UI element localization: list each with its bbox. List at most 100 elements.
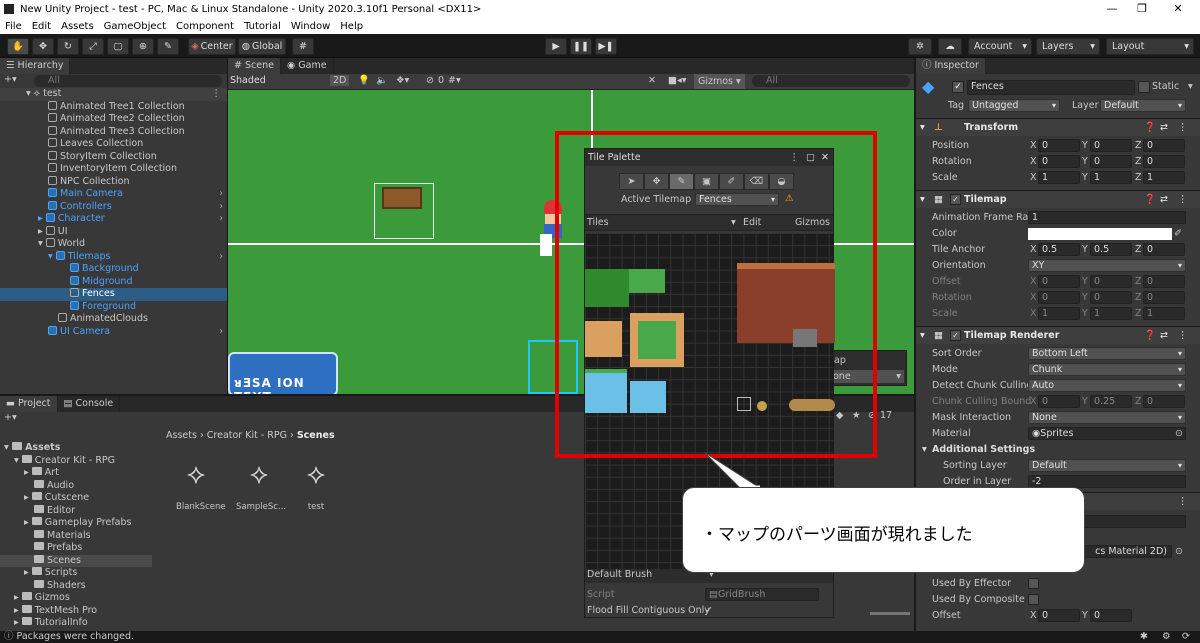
anchor-x-field[interactable]: 0.5 (1038, 243, 1080, 256)
menu-help[interactable]: Help (340, 21, 363, 32)
chevron-right-icon[interactable]: › (219, 213, 223, 226)
effector-checkbox[interactable] (1028, 578, 1039, 589)
scale-z-field[interactable]: 1 (1143, 171, 1185, 184)
material-field[interactable]: ◉Sprites (1028, 427, 1186, 440)
hierarchy-item[interactable]: Main Camera › (0, 188, 227, 201)
position-y-field[interactable]: 0 (1090, 139, 1132, 152)
breadcrumb-item-current[interactable]: Scenes (297, 430, 335, 441)
active-checkbox[interactable]: ✓ (952, 81, 964, 93)
gizmos-dropdown[interactable]: Gizmos ▾ (694, 74, 745, 89)
hierarchy-item[interactable]: Foreground (0, 300, 227, 314)
breadcrumb-item[interactable]: Creator Kit - RPG (207, 430, 287, 441)
preset-icon[interactable]: ⇄ (1160, 119, 1168, 137)
collider-offset-x[interactable]: 0 (1038, 609, 1080, 622)
tab-project[interactable]: ▬ Project (0, 396, 58, 412)
scale-x-field[interactable]: 1 (1038, 171, 1080, 184)
rotation-z-field[interactable]: 0 (1143, 155, 1185, 168)
chevron-right-icon[interactable]: › (219, 201, 223, 214)
eyedropper-icon[interactable]: ✐ (1174, 226, 1182, 241)
refresh-icon[interactable]: ⟳ (1182, 631, 1190, 643)
breadcrumb-item[interactable]: Assets (166, 430, 197, 441)
tree-item[interactable]: Materials (0, 529, 152, 543)
tab-game[interactable]: ◉ Game (280, 58, 334, 74)
object-picker-icon[interactable]: ⊙ (1175, 544, 1183, 559)
tree-item[interactable]: ▸ Gameplay Prefabs (0, 517, 152, 530)
tag-dropdown[interactable]: Untagged (968, 99, 1060, 112)
chevron-right-icon[interactable]: › (219, 188, 223, 201)
tree-item[interactable]: ▸ Scripts (0, 567, 152, 580)
hierarchy-item[interactable]: ▸ UI (0, 225, 227, 239)
tree-item-selected[interactable]: Scenes (0, 554, 152, 567)
collab-icon[interactable]: ✲ (908, 38, 932, 55)
tree-item[interactable]: ▸ Art (0, 467, 152, 480)
mode-dropdown[interactable]: Chunk (1028, 363, 1186, 376)
settings-icon[interactable]: ⚙ (1162, 631, 1171, 643)
hierarchy-item[interactable]: Midground (0, 275, 227, 289)
rotation-x-field[interactable]: 0 (1038, 155, 1080, 168)
scale-y-field[interactable]: 1 (1090, 171, 1132, 184)
scene-asset[interactable]: ⟡ test (296, 456, 336, 516)
tilemap-renderer-header[interactable]: ▾ ▦ ✓ Tilemap Renderer ❓ ⇄ ⋮ (916, 326, 1200, 344)
step-button[interactable]: ▶❚ (595, 38, 617, 55)
pause-button[interactable]: ❚❚ (570, 38, 592, 55)
hierarchy-item[interactable]: ▸ Character › (0, 213, 227, 226)
hierarchy-search-input[interactable]: All (34, 75, 222, 87)
hierarchy-item[interactable]: UI Camera › (0, 325, 227, 339)
chevron-right-icon[interactable]: › (219, 251, 223, 264)
tree-item[interactable]: Editor (0, 504, 152, 518)
effects-icon[interactable]: ❖▾ (396, 75, 409, 86)
brush-dropdown[interactable]: Default Brush (587, 569, 652, 580)
tree-item[interactable]: Prefabs (0, 542, 152, 555)
camera-icon[interactable]: ■◂▾ (668, 75, 687, 86)
layers-dropdown[interactable]: Layers ▾ (1036, 38, 1100, 55)
tree-item[interactable]: ▸ TutorialInfo (0, 617, 152, 630)
lighting-icon[interactable]: 💡 (358, 75, 370, 86)
hierarchy-item[interactable]: Animated Tree2 Collection (0, 113, 227, 126)
menu-window[interactable]: Window (291, 21, 330, 32)
collider-offset-y[interactable]: 0 (1090, 609, 1132, 622)
tree-item[interactable]: ▸ Cutscene (0, 492, 152, 505)
grid-toggle-icon[interactable]: #▾ (448, 75, 461, 86)
mask-dropdown[interactable]: None (1028, 411, 1186, 424)
menu-gameobject[interactable]: GameObject (104, 21, 166, 32)
inspector-tab[interactable]: ⓘ Inspector (916, 58, 986, 74)
scale-tool-icon[interactable]: ⤢ (82, 38, 104, 55)
close-button[interactable]: ✕ (1158, 0, 1198, 18)
2d-toggle[interactable]: 2D (330, 75, 350, 86)
tree-item[interactable]: ▸ Gizmos (0, 592, 152, 605)
visibility-icon[interactable]: ⊘ (426, 75, 434, 86)
pivot-global-toggle[interactable]: ◍ Global (238, 38, 286, 55)
anchor-y-field[interactable]: 0.5 (1090, 243, 1132, 256)
layout-dropdown[interactable]: Layout ▾ (1106, 38, 1194, 55)
tab-console[interactable]: ▤ Console (57, 396, 121, 412)
preset-icon[interactable]: ⇄ (1160, 191, 1168, 209)
menu-tutorial[interactable]: Tutorial (244, 21, 281, 32)
chevron-right-icon[interactable]: › (219, 326, 223, 339)
tree-item[interactable]: Shaders (0, 579, 152, 593)
move-tool-icon[interactable]: ✥ (32, 38, 54, 55)
custom-tool-icon[interactable]: ✎ (157, 38, 179, 55)
hierarchy-item[interactable]: ▾ World (0, 238, 227, 251)
more-icon[interactable]: ⋮ (212, 88, 222, 101)
hand-tool-icon[interactable]: ✋ (7, 38, 29, 55)
chevron-down-icon[interactable]: ▾ (1188, 79, 1193, 94)
preset-icon[interactable]: ⇄ (1160, 327, 1168, 345)
enabled-checkbox[interactable]: ✓ (950, 194, 961, 205)
bug-icon[interactable]: ✱ (1140, 631, 1148, 643)
hierarchy-item[interactable]: Animated Tree1 Collection (0, 100, 227, 114)
transform-tool-icon[interactable]: ⊕ (132, 38, 154, 55)
tools-icon[interactable]: ✕ (648, 75, 656, 86)
flood-fill-checkbox[interactable]: ✓ (705, 603, 713, 618)
hierarchy-item-selected[interactable]: Fences (0, 288, 227, 301)
rotate-tool-icon[interactable]: ↻ (57, 38, 79, 55)
tilemap-header[interactable]: ▾ ▦ ✓ Tilemap ❓ ⇄ ⋮ (916, 190, 1200, 208)
help-icon[interactable]: ❓ (1144, 119, 1156, 137)
color-swatch[interactable] (1028, 228, 1172, 240)
hierarchy-tab[interactable]: ☰ Hierarchy (0, 58, 71, 74)
add-icon[interactable]: +▾ (4, 74, 17, 85)
more-icon[interactable]: ⋮ (1178, 119, 1188, 137)
menu-edit[interactable]: Edit (32, 21, 51, 32)
more-icon[interactable]: ⋮ (1178, 327, 1188, 345)
hierarchy-item[interactable]: AnimatedClouds (0, 313, 227, 326)
hierarchy-item[interactable]: Background (0, 263, 227, 276)
